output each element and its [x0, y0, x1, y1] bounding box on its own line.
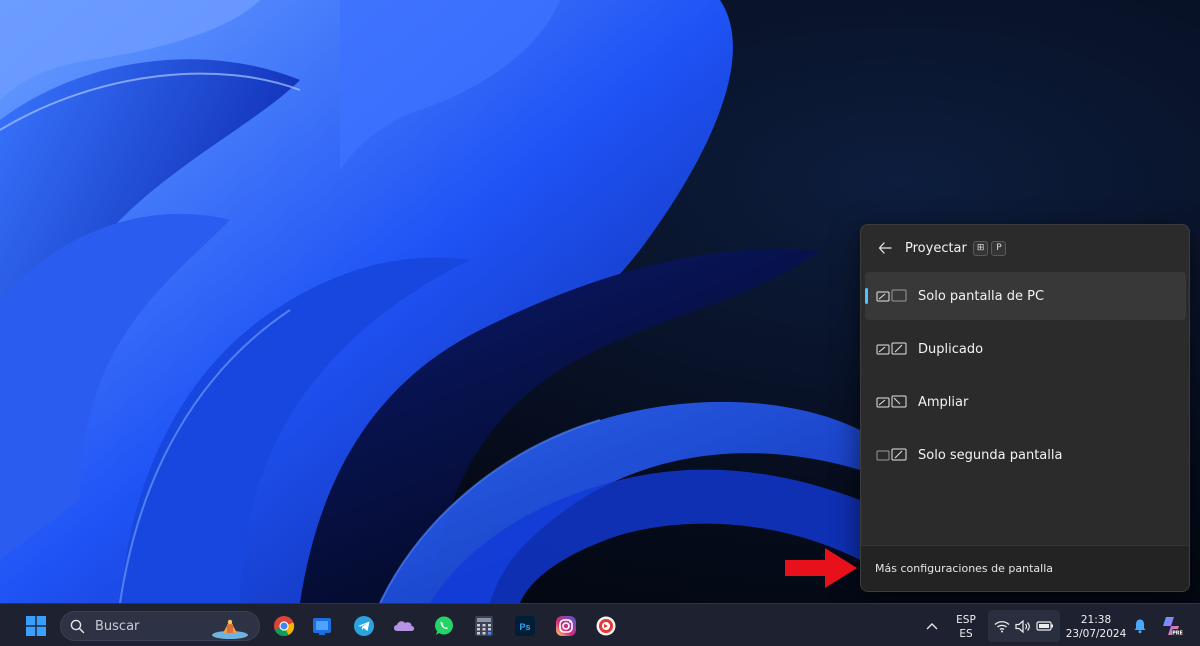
chrome-app[interactable]	[268, 610, 300, 642]
search-placeholder: Buscar	[95, 618, 140, 634]
bell-icon	[1134, 619, 1146, 634]
panel-title: Proyectar	[905, 240, 967, 256]
telegram-app[interactable]	[348, 610, 380, 642]
keyboard-layout: ES	[959, 628, 973, 640]
photoshop-app[interactable]: Ps	[509, 610, 541, 642]
chevron-up-icon	[926, 623, 938, 630]
battery-icon	[1036, 621, 1053, 631]
clock-time: 21:38	[1080, 614, 1112, 626]
language-code: ESP	[956, 614, 976, 626]
start-button[interactable]	[20, 610, 52, 642]
taskbar-search[interactable]: Buscar	[60, 611, 260, 641]
option-duplicate[interactable]: Duplicado	[865, 325, 1186, 373]
svg-text:Ps: Ps	[519, 622, 530, 632]
copilot-badge: PRE	[1172, 631, 1183, 637]
windows-key-icon: ⊞	[972, 240, 989, 256]
notifications-button[interactable]	[1124, 610, 1156, 642]
back-button[interactable]	[871, 234, 899, 262]
search-icon	[70, 618, 86, 634]
volume-icon	[1015, 619, 1030, 633]
back-arrow-icon	[878, 242, 892, 254]
clock-date: 23/07/2024	[1065, 628, 1127, 640]
option-extend[interactable]: Ampliar	[865, 378, 1186, 426]
project-flyout-header: Proyectar ⊞ P	[861, 225, 1189, 271]
whatsapp-icon	[435, 616, 453, 635]
copilot-icon: PRE	[1163, 617, 1183, 637]
project-flyout: Proyectar ⊞ P Solo pantalla de PC Duplic…	[860, 224, 1190, 592]
onedrive-icon	[394, 621, 415, 631]
option-label: Solo segunda pantalla	[918, 447, 1063, 463]
onedrive-app[interactable]	[388, 610, 420, 642]
pc-screen-only-icon	[876, 288, 908, 304]
option-pc-screen-only[interactable]: Solo pantalla de PC	[865, 272, 1186, 320]
more-display-settings-link[interactable]: Más configuraciones de pantalla	[875, 562, 1053, 575]
photoshop-icon: Ps	[515, 616, 535, 636]
extra-app[interactable]	[590, 610, 622, 642]
second-screen-only-icon	[876, 447, 908, 463]
project-flyout-footer: Más configuraciones de pantalla	[861, 545, 1189, 591]
taskview-icon	[313, 618, 331, 635]
language-indicator[interactable]: ESP ES	[950, 613, 982, 641]
quick-settings-button[interactable]	[988, 610, 1060, 642]
chrome-icon	[274, 616, 295, 637]
option-label: Duplicado	[918, 341, 984, 357]
option-second-screen-only[interactable]: Solo segunda pantalla	[865, 431, 1186, 479]
taskview-app[interactable]	[306, 610, 338, 642]
red-arrow-annotation	[785, 548, 857, 588]
telegram-icon	[354, 616, 374, 636]
whatsapp-app[interactable]	[428, 610, 460, 642]
taskbar: Buscar Ps ESP ES 21:38 23/07/2024 PRE	[0, 603, 1200, 646]
duplicate-icon	[876, 341, 908, 357]
instagram-icon	[556, 616, 576, 636]
extend-icon	[876, 394, 908, 410]
calculator-icon	[475, 616, 493, 636]
copilot-button[interactable]: PRE	[1156, 610, 1188, 642]
search-highlight-icon	[209, 614, 251, 644]
option-label: Solo pantalla de PC	[918, 288, 1045, 304]
windows-logo-icon	[26, 616, 46, 636]
calculator-app[interactable]	[468, 610, 500, 642]
instagram-app[interactable]	[550, 610, 582, 642]
show-hidden-icons-button[interactable]	[916, 610, 948, 642]
app-icon	[596, 616, 616, 636]
option-label: Ampliar	[918, 394, 969, 410]
desktop: Proyectar ⊞ P Solo pantalla de PC Duplic…	[0, 0, 1200, 646]
clock[interactable]: 21:38 23/07/2024	[1064, 613, 1128, 641]
p-key-badge: P	[991, 240, 1007, 256]
selection-indicator	[865, 288, 868, 304]
wifi-icon	[994, 620, 1010, 632]
